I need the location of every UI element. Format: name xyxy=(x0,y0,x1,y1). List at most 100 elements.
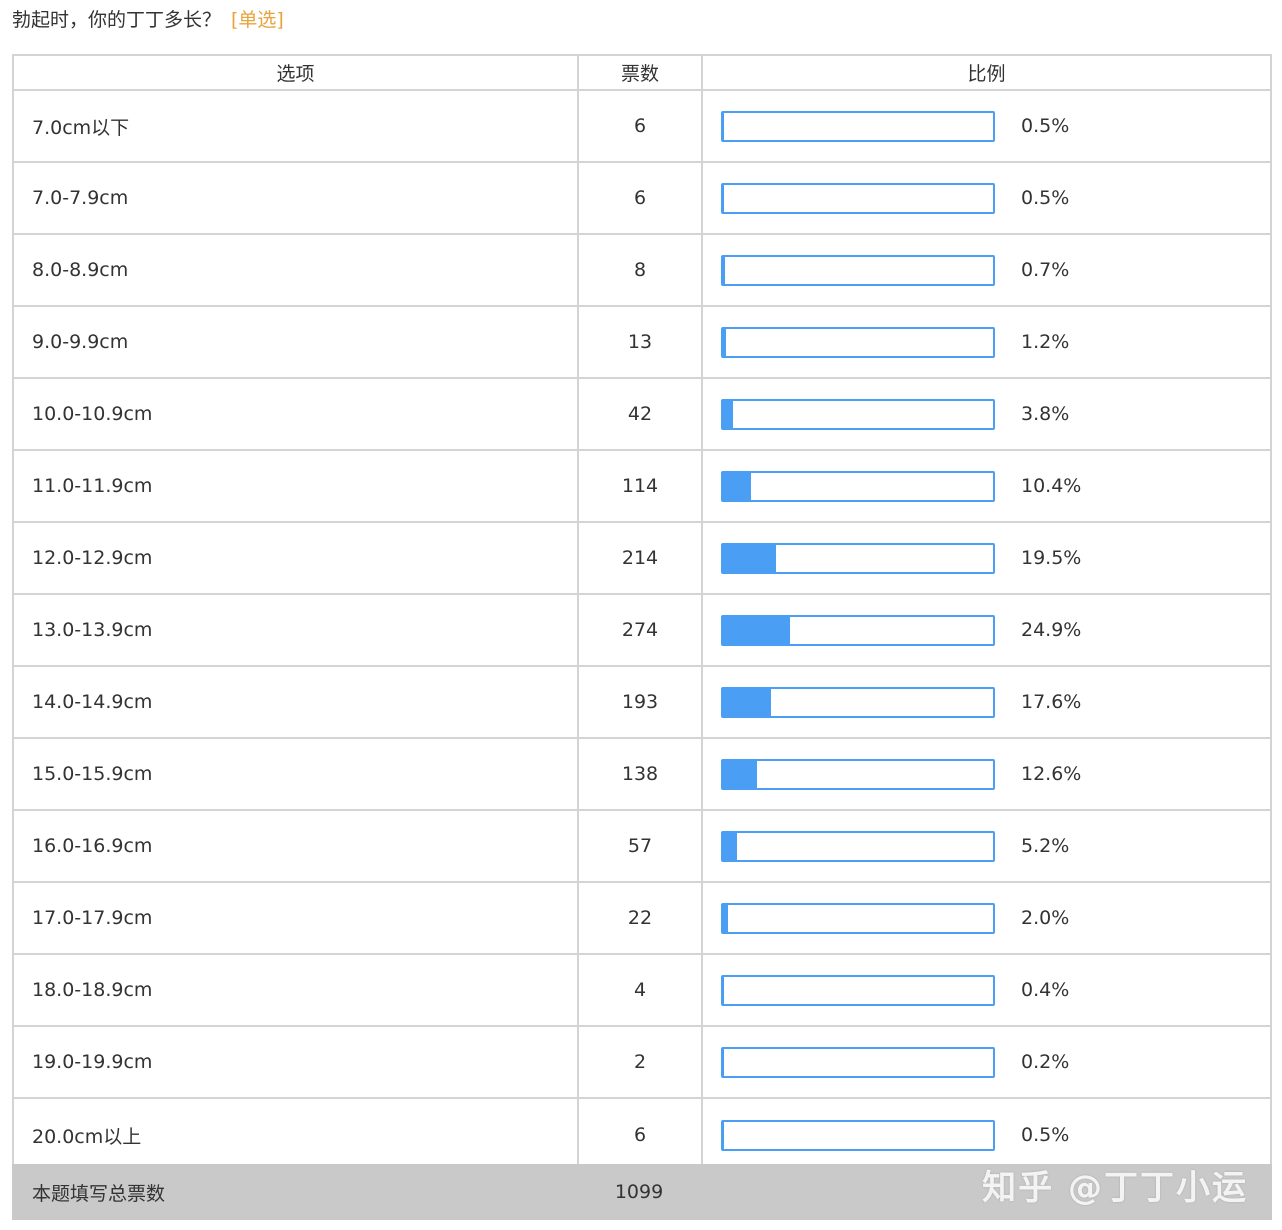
table-row: 9.0-9.9cm 13 1.2% xyxy=(14,307,1270,379)
row-ratio-cell: 0.7% xyxy=(703,235,1270,305)
row-percent-label: 3.8% xyxy=(1021,403,1070,425)
table-row: 10.0-10.9cm 42 3.8% xyxy=(14,379,1270,451)
row-vote-count: 274 xyxy=(579,595,703,665)
row-vote-count: 13 xyxy=(579,307,703,377)
row-vote-count: 2 xyxy=(579,1027,703,1097)
ratio-bar-fill xyxy=(723,544,776,572)
row-ratio-cell: 19.5% xyxy=(703,523,1270,593)
row-ratio-cell: 5.2% xyxy=(703,811,1270,881)
results-table: 选项 票数 比例 7.0cm以下 6 0.5% 7.0-7.9cm 6 0.5% 8.0-8… xyxy=(12,54,1272,1171)
table-row: 7.0cm以下 6 0.5% xyxy=(14,91,1270,163)
row-option-label: 16.0-16.9cm xyxy=(14,811,579,881)
question-text: 勃起时，你的丁丁多长？ xyxy=(12,9,222,31)
row-option-label: 19.0-19.9cm xyxy=(14,1027,579,1097)
row-option-label: 7.0cm以下 xyxy=(14,91,579,161)
ratio-bar-track xyxy=(721,254,995,286)
row-percent-label: 0.4% xyxy=(1021,979,1070,1001)
row-percent-label: 17.6% xyxy=(1021,691,1082,713)
table-row: 11.0-11.9cm 114 10.4% xyxy=(14,451,1270,523)
row-vote-count: 4 xyxy=(579,955,703,1025)
ratio-bar-fill xyxy=(723,616,791,644)
question-type-label: [单选] xyxy=(231,9,284,31)
row-ratio-cell: 2.0% xyxy=(703,883,1270,953)
row-option-label: 11.0-11.9cm xyxy=(14,451,579,521)
row-percent-label: 19.5% xyxy=(1021,547,1082,569)
ratio-bar-track xyxy=(721,686,995,718)
row-percent-label: 24.9% xyxy=(1021,619,1082,641)
row-ratio-cell: 3.8% xyxy=(703,379,1270,449)
row-option-label: 18.0-18.9cm xyxy=(14,955,579,1025)
row-vote-count: 114 xyxy=(579,451,703,521)
ratio-bar-fill xyxy=(723,1048,724,1076)
ratio-bar-track xyxy=(721,974,995,1006)
table-row: 7.0-7.9cm 6 0.5% xyxy=(14,163,1270,235)
row-percent-label: 0.7% xyxy=(1021,259,1070,281)
row-option-label: 20.0cm以上 xyxy=(14,1099,579,1171)
ratio-bar-track xyxy=(721,614,995,646)
row-percent-label: 0.2% xyxy=(1021,1051,1070,1073)
table-row: 12.0-12.9cm 214 19.5% xyxy=(14,523,1270,595)
ratio-bar-track xyxy=(721,470,995,502)
row-ratio-cell: 1.2% xyxy=(703,307,1270,377)
row-percent-label: 10.4% xyxy=(1021,475,1082,497)
row-vote-count: 6 xyxy=(579,1099,703,1171)
table-row: 14.0-14.9cm 193 17.6% xyxy=(14,667,1270,739)
ratio-bar-fill xyxy=(723,976,725,1004)
row-vote-count: 138 xyxy=(579,739,703,809)
table-row: 17.0-17.9cm 22 2.0% xyxy=(14,883,1270,955)
ratio-bar-fill xyxy=(723,832,738,860)
ratio-bar-fill xyxy=(723,400,734,428)
total-label: 本题填写总票数 xyxy=(32,1182,166,1205)
row-percent-label: 0.5% xyxy=(1021,187,1070,209)
ratio-bar-fill xyxy=(723,904,729,932)
total-value: 1099 xyxy=(614,1181,664,1203)
row-option-label: 13.0-13.9cm xyxy=(14,595,579,665)
table-header: 选项 票数 比例 xyxy=(14,56,1270,91)
header-count: 票数 xyxy=(579,56,703,89)
ratio-bar-fill xyxy=(723,688,771,716)
ratio-bar-track xyxy=(721,326,995,358)
ratio-bar-fill xyxy=(723,1121,725,1149)
row-percent-label: 2.0% xyxy=(1021,907,1070,929)
header-ratio: 比例 xyxy=(967,63,1006,85)
ratio-bar-track xyxy=(721,182,995,214)
row-ratio-cell: 12.6% xyxy=(703,739,1270,809)
ratio-bar-track xyxy=(721,1046,995,1078)
row-percent-label: 1.2% xyxy=(1021,331,1070,353)
table-row: 8.0-8.9cm 8 0.7% xyxy=(14,235,1270,307)
ratio-bar-fill xyxy=(723,256,725,284)
ratio-bar-track xyxy=(721,110,995,142)
row-percent-label: 0.5% xyxy=(1021,115,1070,137)
watermark: 知乎 @丁丁小运 xyxy=(982,1168,1248,1208)
row-vote-count: 193 xyxy=(579,667,703,737)
ratio-bar-fill xyxy=(723,760,758,788)
row-vote-count: 57 xyxy=(579,811,703,881)
row-ratio-cell: 0.2% xyxy=(703,1027,1270,1097)
row-vote-count: 6 xyxy=(579,163,703,233)
row-option-label: 8.0-8.9cm xyxy=(14,235,579,305)
row-vote-count: 42 xyxy=(579,379,703,449)
row-vote-count: 214 xyxy=(579,523,703,593)
row-option-label: 9.0-9.9cm xyxy=(14,307,579,377)
row-ratio-cell: 0.4% xyxy=(703,955,1270,1025)
row-option-label: 12.0-12.9cm xyxy=(14,523,579,593)
row-option-label: 7.0-7.9cm xyxy=(14,163,579,233)
ratio-bar-track xyxy=(721,758,995,790)
table-body: 7.0cm以下 6 0.5% 7.0-7.9cm 6 0.5% 8.0-8.9cm 8 0.7%… xyxy=(14,91,1270,1171)
row-percent-label: 12.6% xyxy=(1021,763,1082,785)
ratio-bar-track xyxy=(721,398,995,430)
ratio-bar-fill xyxy=(723,328,727,356)
row-ratio-cell: 0.5% xyxy=(703,163,1270,233)
row-vote-count: 6 xyxy=(579,91,703,161)
row-percent-label: 5.2% xyxy=(1021,835,1070,857)
ratio-bar-track xyxy=(721,902,995,934)
ratio-bar-fill xyxy=(723,112,725,140)
row-ratio-cell: 17.6% xyxy=(703,667,1270,737)
row-ratio-cell: 10.4% xyxy=(703,451,1270,521)
table-row: 15.0-15.9cm 138 12.6% xyxy=(14,739,1270,811)
question-title: 勃起时，你的丁丁多长？ [单选] xyxy=(12,6,284,34)
row-option-label: 15.0-15.9cm xyxy=(14,739,579,809)
row-option-label: 14.0-14.9cm xyxy=(14,667,579,737)
ratio-bar-track xyxy=(721,542,995,574)
table-row: 16.0-16.9cm 57 5.2% xyxy=(14,811,1270,883)
